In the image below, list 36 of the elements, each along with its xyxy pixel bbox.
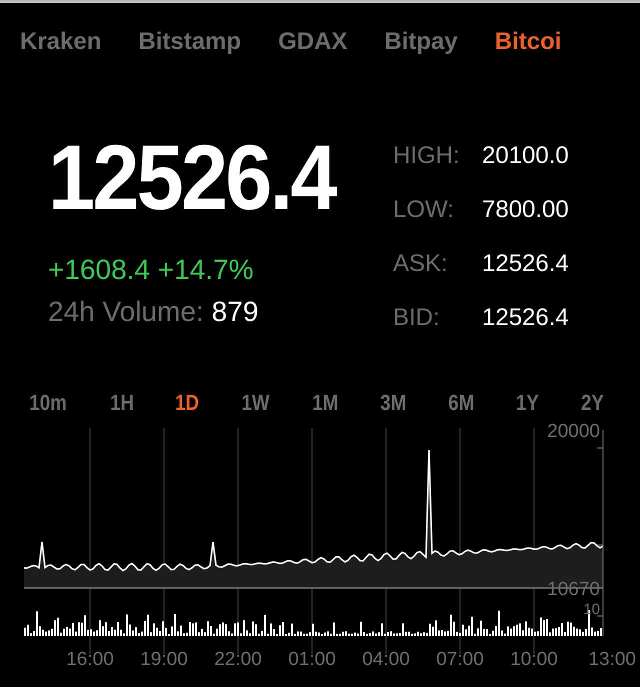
stat-label: HIGH: — [393, 141, 461, 170]
axis-label: 01:00 — [288, 649, 336, 670]
price-value: 12526.4 — [48, 128, 337, 228]
axis-label: 10 — [583, 601, 600, 618]
exchange-tab[interactable]: Bitpay — [384, 28, 458, 56]
range-tab[interactable]: 1M — [312, 390, 338, 420]
stat-value: 7800.00 — [482, 195, 569, 224]
stat-label: BID: — [393, 303, 441, 332]
axis-label: 19:00 — [140, 649, 188, 670]
axis-label: 13:00 — [588, 649, 636, 670]
stat-value: 12526.4 — [482, 303, 569, 332]
range-tab[interactable]: 3M — [380, 390, 406, 420]
range-tab[interactable]: 1H — [110, 390, 134, 420]
axis-label: 10:00 — [510, 649, 558, 670]
exchange-tab[interactable]: Kraken — [20, 28, 102, 56]
axis-label: 07:00 — [436, 649, 484, 670]
volume-label: 24h Volume: — [48, 296, 204, 328]
exchange-tab[interactable]: Bitstamp — [138, 28, 242, 56]
axis-label: 04:00 — [362, 649, 410, 670]
stat-value: 12526.4 — [482, 249, 569, 278]
range-tab[interactable]: 1Y — [516, 390, 540, 420]
axis-label: 22:00 — [214, 649, 262, 670]
stat-label: ASK: — [393, 249, 449, 278]
stat-value: 20100.0 — [482, 141, 569, 170]
range-tab[interactable]: 10m — [29, 390, 67, 420]
stat-label: LOW: — [393, 195, 455, 224]
volume-value: 879 — [212, 296, 258, 328]
range-tab[interactable]: 1D — [176, 390, 200, 420]
price-change: +1608.4 +14.7% — [48, 254, 255, 286]
exchange-tab[interactable]: GDAX — [278, 28, 348, 56]
range-tab[interactable]: 6M — [448, 390, 475, 420]
axis-label: 16:00 — [66, 649, 114, 670]
range-tab[interactable]: 2Y — [581, 390, 604, 420]
exchange-tab[interactable]: Bitcoi — [494, 28, 562, 56]
range-tab[interactable]: 1W — [242, 390, 270, 420]
axis-label: 20000 — [547, 421, 600, 442]
